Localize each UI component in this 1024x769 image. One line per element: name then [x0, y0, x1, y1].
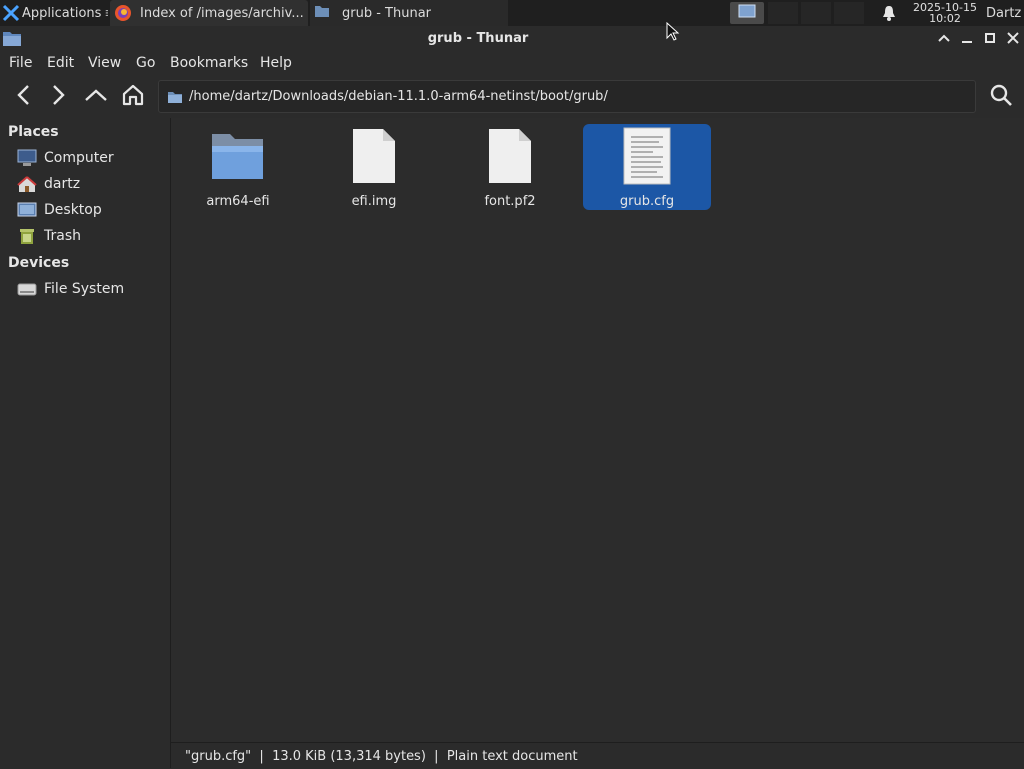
workspace-2-button[interactable] [768, 2, 798, 24]
chevron-left-icon [16, 84, 30, 110]
file-item-efi-img[interactable]: efi.img [310, 124, 438, 210]
document-icon [480, 126, 540, 186]
location-bar[interactable]: /home/dartz/Downloads/debian-11.1.0-arm6… [158, 80, 976, 113]
trash-icon [16, 226, 38, 246]
sidebar-item-dartz[interactable]: dartz [16, 171, 166, 197]
search-icon [989, 83, 1013, 111]
menu-separator-icon: ≡ [104, 6, 108, 21]
clock-time: 10:02 [929, 12, 961, 25]
parent-folder-button[interactable] [81, 82, 111, 112]
applications-menu-button[interactable]: Applications ≡ [0, 0, 108, 26]
desktop-icon [16, 200, 38, 220]
file-item-grub-cfg[interactable]: grub.cfg [583, 124, 711, 210]
status-bar: "grub.cfg" | 13.0 KiB (13,314 bytes) | P… [171, 742, 1024, 769]
chevron-right-icon [52, 84, 66, 110]
sidebar-item-file-system[interactable]: File System [16, 276, 166, 302]
status-text: "grub.cfg" | 13.0 KiB (13,314 bytes) | P… [185, 748, 578, 764]
sidebar-item-trash[interactable]: Trash [16, 223, 166, 249]
menu-help[interactable]: Help [260, 50, 292, 76]
panel-clock[interactable]: 2025-10-15 10:02 [908, 1, 982, 25]
taskbar-item-label: Index of /images/archiv... [140, 5, 304, 21]
sidebar-item-computer[interactable]: Computer [16, 145, 166, 171]
home-folder-icon [16, 174, 38, 194]
sidebar-item-label: File System [44, 281, 125, 297]
sidebar-item-label: Trash [44, 228, 81, 244]
places-heading: Places [8, 124, 59, 140]
sidebar-item-label: Computer [44, 150, 114, 166]
file-name: grub.cfg [619, 194, 675, 209]
folder-icon [167, 90, 183, 104]
window-thumbnail-icon [738, 4, 756, 22]
workspace-4-button[interactable] [834, 2, 864, 24]
taskbar-item-thunar[interactable]: grub - Thunar [310, 0, 508, 26]
workspace-3-button[interactable] [801, 2, 831, 24]
chevron-up-icon [84, 88, 108, 106]
location-path: /home/dartz/Downloads/debian-11.1.0-arm6… [189, 89, 608, 104]
folder-icon [314, 4, 332, 22]
search-button[interactable] [986, 82, 1016, 112]
text-document-icon [617, 126, 677, 186]
document-icon [344, 126, 404, 186]
devices-heading: Devices [8, 255, 70, 271]
sidebar-item-desktop[interactable]: Desktop [16, 197, 166, 223]
taskbar-item-label: grub - Thunar [342, 5, 432, 21]
mouse-cursor-icon [666, 21, 680, 46]
forward-button[interactable] [44, 82, 74, 112]
maximize-button[interactable] [982, 30, 998, 46]
file-item-arm64-efi[interactable]: arm64-efi [174, 124, 302, 210]
back-button[interactable] [8, 82, 38, 112]
menu-view[interactable]: View [88, 50, 121, 76]
home-button[interactable] [118, 82, 148, 112]
file-view[interactable] [171, 118, 1024, 742]
workspace-1-button[interactable] [730, 2, 764, 24]
menu-go[interactable]: Go [136, 50, 155, 76]
file-name: efi.img [351, 194, 397, 209]
shade-button[interactable] [936, 30, 952, 46]
notification-bell-icon[interactable] [880, 4, 898, 22]
menu-file[interactable]: File [9, 50, 32, 76]
file-name: font.pf2 [484, 194, 536, 209]
window-title: grub - Thunar [427, 30, 529, 46]
sidebar-item-label: dartz [44, 176, 81, 192]
taskbar-item-firefox[interactable]: Index of /images/archiv... [110, 0, 308, 26]
user-name: Dartz [986, 5, 1022, 21]
firefox-icon [114, 4, 132, 22]
home-icon [121, 83, 145, 111]
applications-label: Applications [22, 5, 102, 21]
minimize-button[interactable] [959, 30, 975, 46]
folder-icon [208, 126, 268, 186]
user-menu-button[interactable]: Dartz [986, 0, 1021, 26]
computer-icon [16, 148, 38, 168]
xfce-logo-icon [2, 4, 20, 22]
drive-icon [16, 279, 38, 299]
file-item-font-pf2[interactable]: font.pf2 [446, 124, 574, 210]
menu-bookmarks[interactable]: Bookmarks [170, 50, 248, 76]
close-button[interactable] [1005, 30, 1021, 46]
menu-edit[interactable]: Edit [47, 50, 74, 76]
sidebar-item-label: Desktop [44, 202, 102, 218]
file-name: arm64-efi [206, 194, 270, 209]
